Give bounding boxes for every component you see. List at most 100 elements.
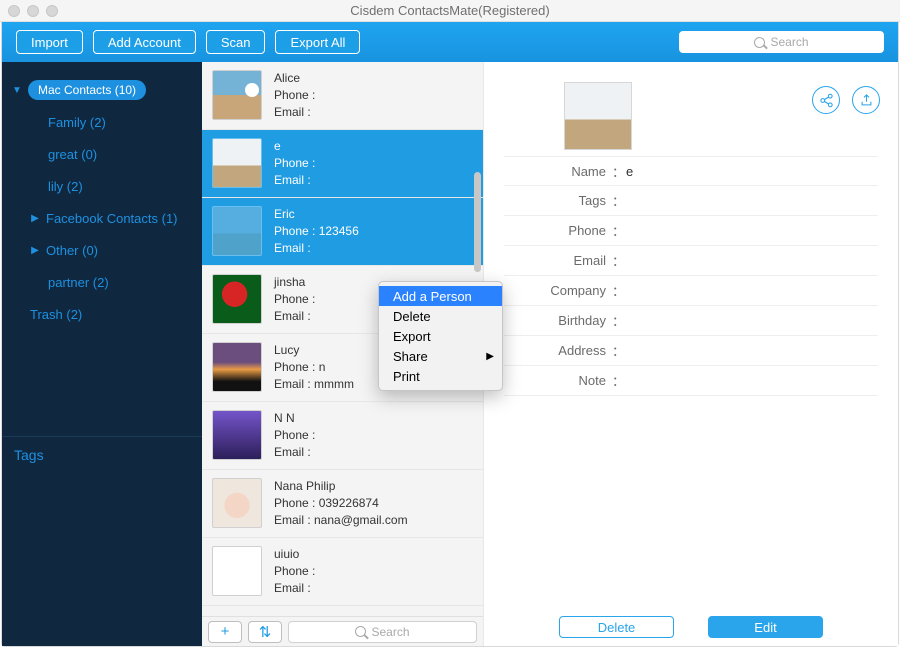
avatar [212,478,262,528]
contact-phone: Phone : n [274,359,354,376]
contact-phone: Phone : [274,563,315,580]
delete-button[interactable]: Delete [559,616,674,638]
field-label: Tags [504,193,612,208]
window-title: Cisdem ContactsMate(Registered) [0,3,900,18]
add-contact-button[interactable]: + [208,621,242,643]
search-icon [355,626,366,637]
add-account-button[interactable]: Add Account [93,30,196,54]
context-menu-item[interactable]: Delete [379,306,502,326]
chevron-down-icon: ▼ [12,85,22,96]
export-contact-button[interactable] [852,86,880,114]
zoom-window-icon[interactable] [46,5,58,17]
contact-name: Eric [274,206,359,223]
avatar [212,274,262,324]
sidebar-item-other[interactable]: ▶Other (0) [2,238,202,262]
contact-email: Email : [274,308,315,325]
sidebar-item-partner[interactable]: partner (2) [2,270,202,294]
contact-name: Alice [274,70,315,87]
import-button[interactable]: Import [16,30,83,54]
contact-email: Email : nana@gmail.com [274,512,408,529]
contact-name: e [274,138,315,155]
sidebar: ▼ Mac Contacts (10) Family (2) great (0)… [2,62,202,646]
contact-email: Email : mmmm [274,376,354,393]
contact-row[interactable]: N NPhone :Email : [202,402,483,470]
contact-name: jinsha [274,274,315,291]
window-controls [8,5,58,17]
field-label: Company [504,283,612,298]
context-menu-item[interactable]: Share▶ [379,346,502,366]
detail-field: Phone： [504,216,878,246]
avatar [212,546,262,596]
field-label: Birthday [504,313,612,328]
tags-section-header[interactable]: Tags [2,436,202,646]
contact-phone: Phone : [274,87,315,104]
field-label: Email [504,253,612,268]
contact-name: N N [274,410,315,427]
field-label: Phone [504,223,612,238]
contact-name: Nana Philip [274,478,408,495]
contact-name: Lucy [274,342,354,359]
minimize-window-icon[interactable] [27,5,39,17]
edit-button[interactable]: Edit [708,616,823,638]
contact-row[interactable]: EricPhone : 123456Email : [202,198,483,266]
contact-phone: Phone : [274,427,315,444]
contact-row[interactable]: uiuioPhone :Email : [202,538,483,606]
toolbar: Import Add Account Scan Export All Searc… [2,22,898,62]
detail-field: Birthday： [504,306,878,336]
context-menu-item[interactable]: Print [379,366,502,386]
sidebar-item-facebook[interactable]: ▶Facebook Contacts (1) [2,206,202,230]
field-label: Note [504,373,612,388]
sidebar-group-mac-contacts[interactable]: ▼ Mac Contacts (10) [2,78,202,102]
sidebar-item-family[interactable]: Family (2) [2,110,202,134]
avatar [212,206,262,256]
search-icon [754,37,765,48]
chevron-right-icon: ▶ [30,245,40,256]
avatar [212,138,262,188]
sort-button[interactable]: ⇅ [248,621,282,643]
contact-email: Email : [274,104,315,121]
detail-field: Address： [504,336,878,366]
contact-email: Email : [274,580,315,597]
contact-email: Email : [274,240,359,257]
field-label: Name [504,164,612,179]
field-label: Address [504,343,612,358]
detail-field: Email： [504,246,878,276]
contact-name: uiuio [274,546,315,563]
scrollbar[interactable] [474,172,481,272]
avatar [212,342,262,392]
detail-field: Company： [504,276,878,306]
contact-avatar [564,82,632,150]
sidebar-item-lily[interactable]: lily (2) [2,174,202,198]
contact-phone: Phone : 039226874 [274,495,408,512]
scan-button[interactable]: Scan [206,30,266,54]
chevron-right-icon: ▶ [30,213,40,224]
contact-phone: Phone : 123456 [274,223,359,240]
sidebar-item-trash[interactable]: Trash (2) [2,302,202,326]
sidebar-group-label: Mac Contacts (10) [28,80,146,100]
field-value: e [626,164,633,179]
context-menu[interactable]: Add a PersonDeleteExportShare▶Print [378,281,503,391]
avatar [212,410,262,460]
detail-panel: Name：eTags：Phone：Email：Company：Birthday：… [484,62,898,646]
contact-row[interactable]: AlicePhone :Email : [202,62,483,130]
close-window-icon[interactable] [8,5,20,17]
titlebar: Cisdem ContactsMate(Registered) [0,0,900,22]
share-button[interactable] [812,86,840,114]
search-placeholder: Search [770,35,808,49]
submenu-arrow-icon: ▶ [486,351,494,362]
contact-row[interactable]: ePhone :Email : [202,130,483,198]
contact-phone: Phone : [274,155,315,172]
detail-field: Name：e [504,156,878,186]
avatar [212,70,262,120]
search-input[interactable]: Search [679,31,884,53]
list-search-input[interactable]: Search [288,621,477,643]
context-menu-item[interactable]: Add a Person [379,286,502,306]
contact-email: Email : [274,444,315,461]
contact-phone: Phone : [274,291,315,308]
detail-field: Tags： [504,186,878,216]
context-menu-item[interactable]: Export [379,326,502,346]
detail-field: Note： [504,366,878,396]
export-all-button[interactable]: Export All [275,30,360,54]
sidebar-item-great[interactable]: great (0) [2,142,202,166]
contact-row[interactable]: Nana PhilipPhone : 039226874Email : nana… [202,470,483,538]
